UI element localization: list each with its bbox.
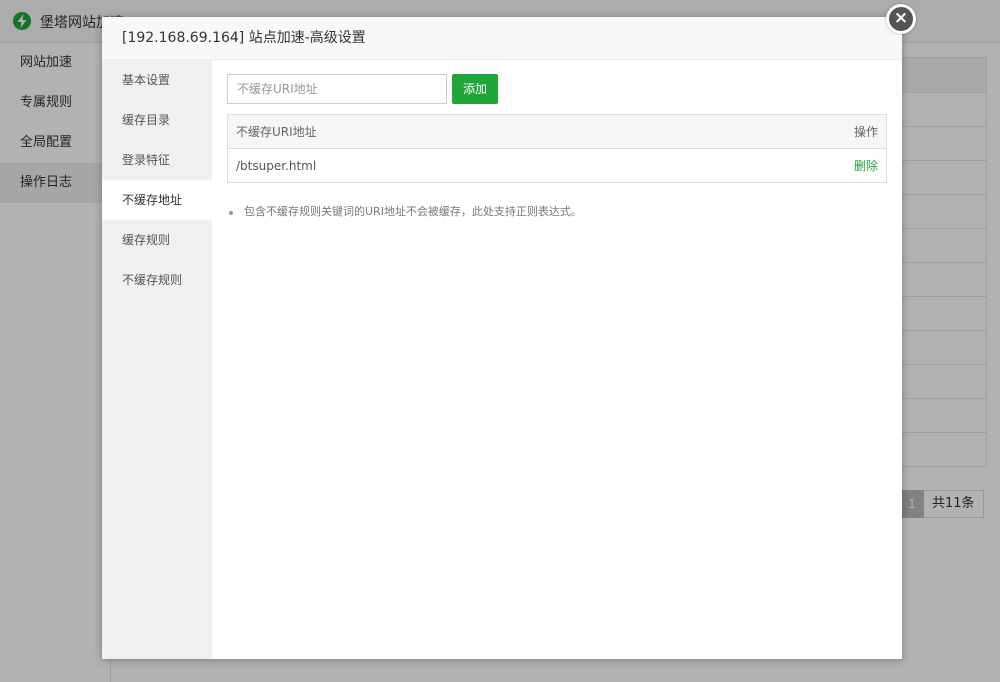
- add-uri-row: 添加: [227, 74, 887, 104]
- tab-basic-settings[interactable]: 基本设置: [102, 60, 212, 100]
- dialog-content: 添加 不缓存URI地址 操作 /btsuper.html 删除 包含不缓存规则关…: [227, 74, 887, 221]
- tab-cache-rules[interactable]: 缓存规则: [102, 220, 212, 260]
- tab-no-cache-uri[interactable]: 不缓存地址: [102, 180, 212, 220]
- delete-link[interactable]: 删除: [854, 159, 878, 173]
- help-tips: 包含不缓存规则关键词的URI地址不会被缓存，此处支持正则表达式。: [227, 203, 887, 221]
- no-cache-uri-table: 不缓存URI地址 操作 /btsuper.html 删除: [227, 114, 887, 183]
- column-header-uri: 不缓存URI地址: [227, 114, 693, 149]
- add-button[interactable]: 添加: [452, 74, 499, 104]
- tab-cache-directory[interactable]: 缓存目录: [102, 100, 212, 140]
- advanced-settings-dialog: [192.168.69.164] 站点加速-高级设置 × 基本设置 缓存目录 登…: [102, 4, 916, 659]
- column-header-action: 操作: [692, 114, 887, 149]
- table-row: /btsuper.html 删除: [228, 149, 887, 183]
- action-cell: 删除: [693, 149, 887, 183]
- dialog-title: [192.168.69.164] 站点加速-高级设置: [102, 17, 902, 60]
- uri-cell: /btsuper.html: [236, 158, 317, 173]
- tab-no-cache-rules[interactable]: 不缓存规则: [102, 260, 212, 300]
- dialog-nav: 基本设置 缓存目录 登录特征 不缓存地址 缓存规则 不缓存规则: [102, 60, 212, 659]
- tip-item: 包含不缓存规则关键词的URI地址不会被缓存，此处支持正则表达式。: [229, 203, 887, 221]
- tab-login-features[interactable]: 登录特征: [102, 140, 212, 180]
- table-header-row: 不缓存URI地址 操作: [227, 114, 887, 149]
- no-cache-uri-input[interactable]: [227, 74, 447, 104]
- close-icon[interactable]: ×: [886, 4, 916, 34]
